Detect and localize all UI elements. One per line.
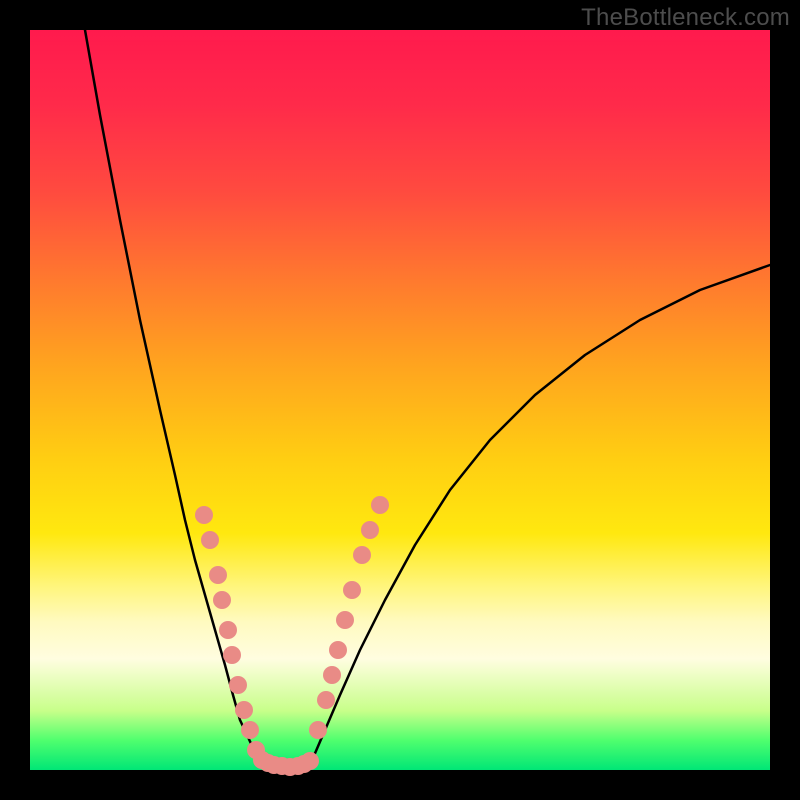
left-dots-point — [213, 591, 231, 609]
left-dots-point — [241, 721, 259, 739]
left-dots-point — [229, 676, 247, 694]
left-dots-point — [223, 646, 241, 664]
right-dots-point — [317, 691, 335, 709]
right-dots-point — [361, 521, 379, 539]
left-dots-point — [195, 506, 213, 524]
left-dots-point — [201, 531, 219, 549]
right-dots-point — [336, 611, 354, 629]
right-dots-point — [329, 641, 347, 659]
chart-overlay-svg — [30, 30, 770, 770]
curve-group — [85, 30, 770, 768]
chart-frame: TheBottleneck.com — [0, 0, 800, 800]
dot-group — [195, 496, 389, 776]
left-dots-point — [209, 566, 227, 584]
bottleneck-curve — [85, 30, 770, 768]
plot-area — [30, 30, 770, 770]
bottom-dots-point — [301, 752, 319, 770]
watermark-text: TheBottleneck.com — [581, 4, 790, 32]
right-dots-point — [309, 721, 327, 739]
left-dots-point — [219, 621, 237, 639]
right-dots-point — [371, 496, 389, 514]
left-dots-point — [235, 701, 253, 719]
right-dots-point — [323, 666, 341, 684]
right-dots-point — [343, 581, 361, 599]
right-dots-point — [353, 546, 371, 564]
